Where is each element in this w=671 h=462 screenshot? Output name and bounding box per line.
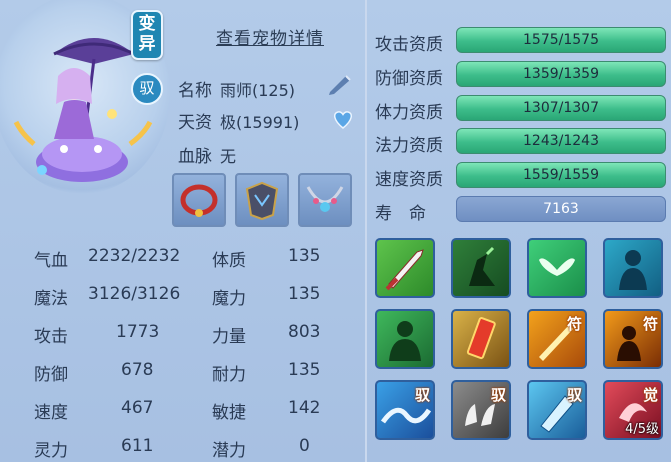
skill-yu-crystal[interactable]: 驭 [527, 380, 587, 440]
stat-strength-label: 力量 [212, 327, 246, 347]
aptitude-defense-label: 防御资质 [375, 69, 443, 89]
stat-endurance-value: 135 [288, 360, 321, 380]
lifespan-label: 寿 命 [375, 204, 426, 224]
shadow-figure-icon [469, 246, 495, 286]
skill-spirit-form[interactable] [603, 238, 663, 298]
yu-badge: 驭 [566, 386, 582, 404]
aptitude-magic-label: 法力资质 [375, 136, 443, 156]
sword-icon [385, 249, 424, 291]
necklace-icon [306, 186, 344, 212]
skill-level-text: 4/5级 [625, 422, 659, 437]
stat-attack-value: 1773 [116, 322, 160, 342]
stat-magic-power-value: 135 [288, 284, 321, 304]
view-pet-detail-link[interactable]: 查看宠物详情 [216, 24, 324, 49]
stat-endurance-label: 耐力 [212, 365, 246, 385]
stat-defense-value: 678 [121, 360, 154, 380]
stat-defense-label: 防御 [34, 365, 68, 385]
control-badge: 驭 [131, 73, 163, 105]
mutation-tag: 变异 [131, 10, 163, 60]
skill-fu-blade[interactable]: 符 [527, 309, 587, 369]
aptitude-magic-bar: 1243/1243 [456, 128, 666, 154]
talent-label: 天资 [178, 113, 212, 133]
mutation-tag-label: 变异 [138, 14, 156, 54]
stat-hp-value: 2232/2232 [88, 246, 181, 266]
skill-yu-claws[interactable]: 驭 [451, 380, 511, 440]
skill-wings[interactable] [527, 238, 587, 298]
yu-badge: 驭 [490, 386, 506, 404]
red-collar-icon [180, 184, 218, 217]
armor-icon [245, 181, 279, 221]
stat-mp-value: 3126/3126 [88, 284, 181, 304]
stat-constitution-value: 135 [288, 246, 321, 266]
stat-strength-value: 803 [288, 322, 321, 342]
talisman-icon [466, 317, 496, 360]
yu-badge: 驭 [414, 386, 430, 404]
stat-constitution-label: 体质 [212, 251, 246, 271]
jue-badge: 觉 [642, 386, 658, 404]
spirit-figure-icon [619, 250, 647, 290]
stat-spirit-label: 灵力 [34, 441, 68, 461]
pet-info-panel: 变异 驭 查看宠物详情 名称 雨师(125) 天资 极(15991) 血脉 无 [0, 0, 671, 462]
aptitude-defense-bar: 1359/1359 [456, 61, 666, 87]
skill-fu-warrior[interactable]: 符 [603, 309, 663, 369]
panel-divider [365, 0, 367, 462]
name-value: 雨师(125) [220, 81, 296, 100]
aptitude-speed-bar: 1559/1559 [456, 162, 666, 188]
skill-yu-wave[interactable]: 驭 [375, 380, 435, 440]
skill-aura[interactable] [375, 309, 435, 369]
stat-potential-label: 潜力 [212, 441, 246, 461]
stat-hp-label: 气血 [34, 251, 68, 271]
stat-attack-label: 攻击 [34, 327, 68, 347]
stat-potential-value: 0 [299, 436, 310, 456]
lifespan-bar: 7163 [456, 196, 666, 222]
wings-icon [539, 258, 575, 276]
stat-speed-value: 467 [121, 398, 154, 418]
bloodline-value: 无 [220, 147, 237, 166]
stat-agility-value: 142 [288, 398, 321, 418]
stat-mp-label: 魔法 [34, 289, 68, 309]
name-label: 名称 [178, 81, 212, 101]
stat-agility-label: 敏捷 [212, 403, 246, 423]
aptitude-stamina-bar: 1307/1307 [456, 95, 666, 121]
aptitude-stamina-label: 体力资质 [375, 103, 443, 123]
aptitude-attack-bar: 1575/1575 [456, 27, 666, 53]
rename-pencil-icon[interactable] [324, 72, 354, 96]
skill-sword[interactable] [375, 238, 435, 298]
skill-jue-awakening[interactable]: 觉 4/5级 [603, 380, 663, 440]
equip-slot-collar[interactable] [172, 173, 226, 227]
talent-value: 极(15991) [220, 113, 300, 132]
stat-spirit-value: 611 [121, 436, 154, 456]
skill-talisman-strike[interactable] [451, 309, 511, 369]
fu-badge: 符 [642, 315, 658, 333]
fu-badge: 符 [566, 315, 582, 333]
stat-magic-power-label: 魔力 [212, 289, 246, 309]
equip-slot-necklace[interactable] [298, 173, 352, 227]
equip-slot-armor[interactable] [235, 173, 289, 227]
aura-figure-icon [389, 321, 421, 361]
aptitude-speed-label: 速度资质 [375, 170, 443, 190]
skill-shadow-strike[interactable] [451, 238, 511, 298]
aptitude-attack-label: 攻击资质 [375, 35, 443, 55]
favorite-heart-icon[interactable] [331, 108, 355, 130]
stat-speed-label: 速度 [34, 403, 68, 423]
bloodline-label: 血脉 [178, 147, 212, 167]
